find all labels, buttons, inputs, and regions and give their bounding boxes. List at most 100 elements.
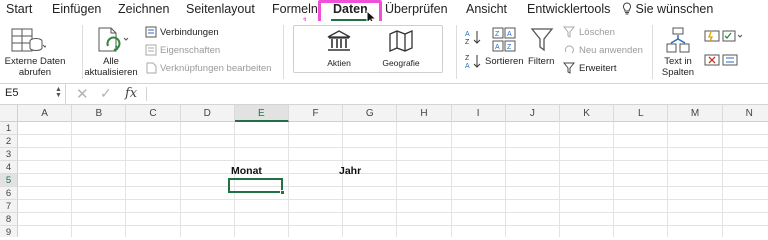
svg-text:A: A (465, 31, 470, 38)
remove-duplicates-icon[interactable] (704, 53, 720, 67)
tell-me-label: Sie wünschen (635, 2, 714, 16)
tab-einfuegen[interactable]: Einfügen (52, 2, 101, 16)
active-cell-selection[interactable] (228, 178, 283, 193)
column-header-l[interactable]: L (614, 105, 669, 122)
fill-handle[interactable] (280, 190, 285, 195)
formula-bar-separator (146, 87, 147, 101)
grid-line-vertical (721, 122, 723, 237)
tab-seitenlayout[interactable]: Seitenlayout (186, 2, 255, 16)
properties-icon (145, 44, 157, 56)
grid-line-horizontal (18, 160, 768, 161)
row-header-9[interactable]: 9 (0, 226, 18, 237)
name-box-dropdown-icon[interactable]: ▲ ▼ (55, 86, 62, 99)
column-header-e[interactable]: E (234, 105, 289, 122)
column-header-m[interactable]: M (668, 105, 723, 122)
formula-bar: E5 ▲ ▼ ✕ ✓ fx (0, 83, 768, 105)
enter-formula-icon[interactable]: ✓ (100, 85, 112, 102)
grid-line-vertical (71, 122, 73, 237)
tab-ueberpruefen[interactable]: Überprüfen (385, 2, 448, 16)
ribbon-daten: Externe Daten abrufen Alle aktualisieren… (0, 21, 768, 83)
row-header-3[interactable]: 3 (0, 148, 18, 161)
column-header-h[interactable]: H (397, 105, 452, 122)
row-header-1[interactable]: 1 (0, 122, 18, 135)
row-header-4[interactable]: 4 (0, 161, 18, 174)
column-header-g[interactable]: G (343, 105, 398, 122)
edit-links-label: Verknüpfungen bearbeiten (160, 63, 272, 74)
svg-text:Z: Z (495, 31, 500, 38)
column-header-d[interactable]: D (181, 105, 235, 122)
ribbon-separator (283, 25, 284, 79)
flash-fill-icon[interactable] (704, 29, 720, 43)
row-header-7[interactable]: 7 (0, 200, 18, 213)
advanced-filter-label: Erweitert (579, 63, 617, 74)
column-header-b[interactable]: B (72, 105, 127, 122)
cell-g4[interactable]: Jahr (339, 165, 361, 177)
column-header-f[interactable]: F (289, 105, 344, 122)
worksheet-grid[interactable]: ABCDEFGHIJKLMN Monat Jahr 123456789 (0, 105, 768, 237)
properties-label: Eigenschaften (160, 45, 221, 56)
grid-line-horizontal (18, 212, 768, 213)
grid-line-vertical (179, 122, 181, 237)
tell-me-search[interactable]: Sie wünschen (622, 2, 713, 16)
reapply-icon (564, 45, 574, 54)
column-header-i[interactable]: I (452, 105, 506, 122)
sort-z-to-a-icon[interactable]: Z A (464, 53, 482, 69)
cell-e4[interactable]: Monat (231, 165, 262, 177)
grid-line-vertical (667, 122, 669, 237)
stocks-label: Aktien (327, 58, 351, 68)
edit-links-icon (146, 62, 157, 74)
sort-dialog-icon: Z A A Z (492, 27, 516, 52)
get-external-data-label: Externe Daten abrufen (4, 56, 66, 78)
column-header-bar: ABCDEFGHIJKLMN (0, 105, 768, 122)
insert-function-icon[interactable]: fx (125, 86, 137, 101)
clear-filter-icon (563, 26, 576, 38)
svg-text:A: A (507, 31, 512, 38)
what-if-analysis-icon[interactable] (722, 53, 738, 67)
sort-a-to-z-icon[interactable]: A Z (464, 29, 482, 45)
grid-line-horizontal (18, 147, 768, 148)
svg-text:A: A (495, 44, 500, 51)
column-header-a[interactable]: A (18, 105, 73, 122)
data-validation-icon[interactable] (722, 29, 744, 43)
svg-text:Z: Z (465, 39, 470, 45)
clear-filter-label: Löschen (579, 27, 615, 38)
grid-line-horizontal (18, 173, 768, 174)
grid-line-vertical (125, 122, 127, 237)
ribbon-tab-strip: Start Einfügen Zeichnen Seitenlayout For… (0, 0, 768, 28)
grid-line-vertical (559, 122, 560, 237)
svg-text:A: A (465, 63, 470, 69)
filter-funnel-icon (530, 28, 554, 52)
cancel-formula-icon[interactable]: ✕ (76, 85, 89, 103)
name-box-value: E5 (5, 87, 19, 99)
grid-line-vertical (288, 122, 289, 237)
row-header-2[interactable]: 2 (0, 135, 18, 148)
row-header-6[interactable]: 6 (0, 187, 18, 200)
tab-ansicht[interactable]: Ansicht (466, 2, 507, 16)
grid-line-horizontal (18, 199, 768, 200)
column-header-n[interactable]: N (723, 105, 768, 122)
column-header-k[interactable]: K (560, 105, 615, 122)
refresh-all-icon (98, 27, 129, 52)
lightbulb-icon (622, 2, 632, 15)
name-box[interactable]: E5 ▲ ▼ (0, 84, 66, 104)
sort-label: Sortieren (485, 56, 524, 67)
tab-entwicklertools[interactable]: Entwicklertools (527, 2, 610, 16)
tab-zeichnen[interactable]: Zeichnen (118, 2, 169, 16)
filter-label: Filtern (528, 56, 555, 67)
tab-formeln[interactable]: Formeln (272, 2, 318, 16)
grid-line-horizontal (18, 134, 768, 135)
ribbon-separator (652, 25, 653, 79)
map-icon (389, 30, 413, 52)
column-header-j[interactable]: J (506, 105, 560, 122)
row-header-5[interactable]: 5 (0, 174, 18, 187)
text-to-columns-icon (666, 27, 690, 53)
select-all-corner[interactable] (0, 105, 18, 122)
row-header-8[interactable]: 8 (0, 213, 18, 226)
svg-text:Z: Z (465, 55, 470, 62)
tab-start[interactable]: Start (6, 2, 32, 16)
grid-line-vertical (613, 122, 615, 237)
column-header-c[interactable]: C (126, 105, 181, 122)
refresh-all-label: Alle aktualisieren (84, 56, 138, 78)
advanced-filter-icon (563, 62, 576, 74)
reapply-label: Neu anwenden (579, 45, 643, 56)
